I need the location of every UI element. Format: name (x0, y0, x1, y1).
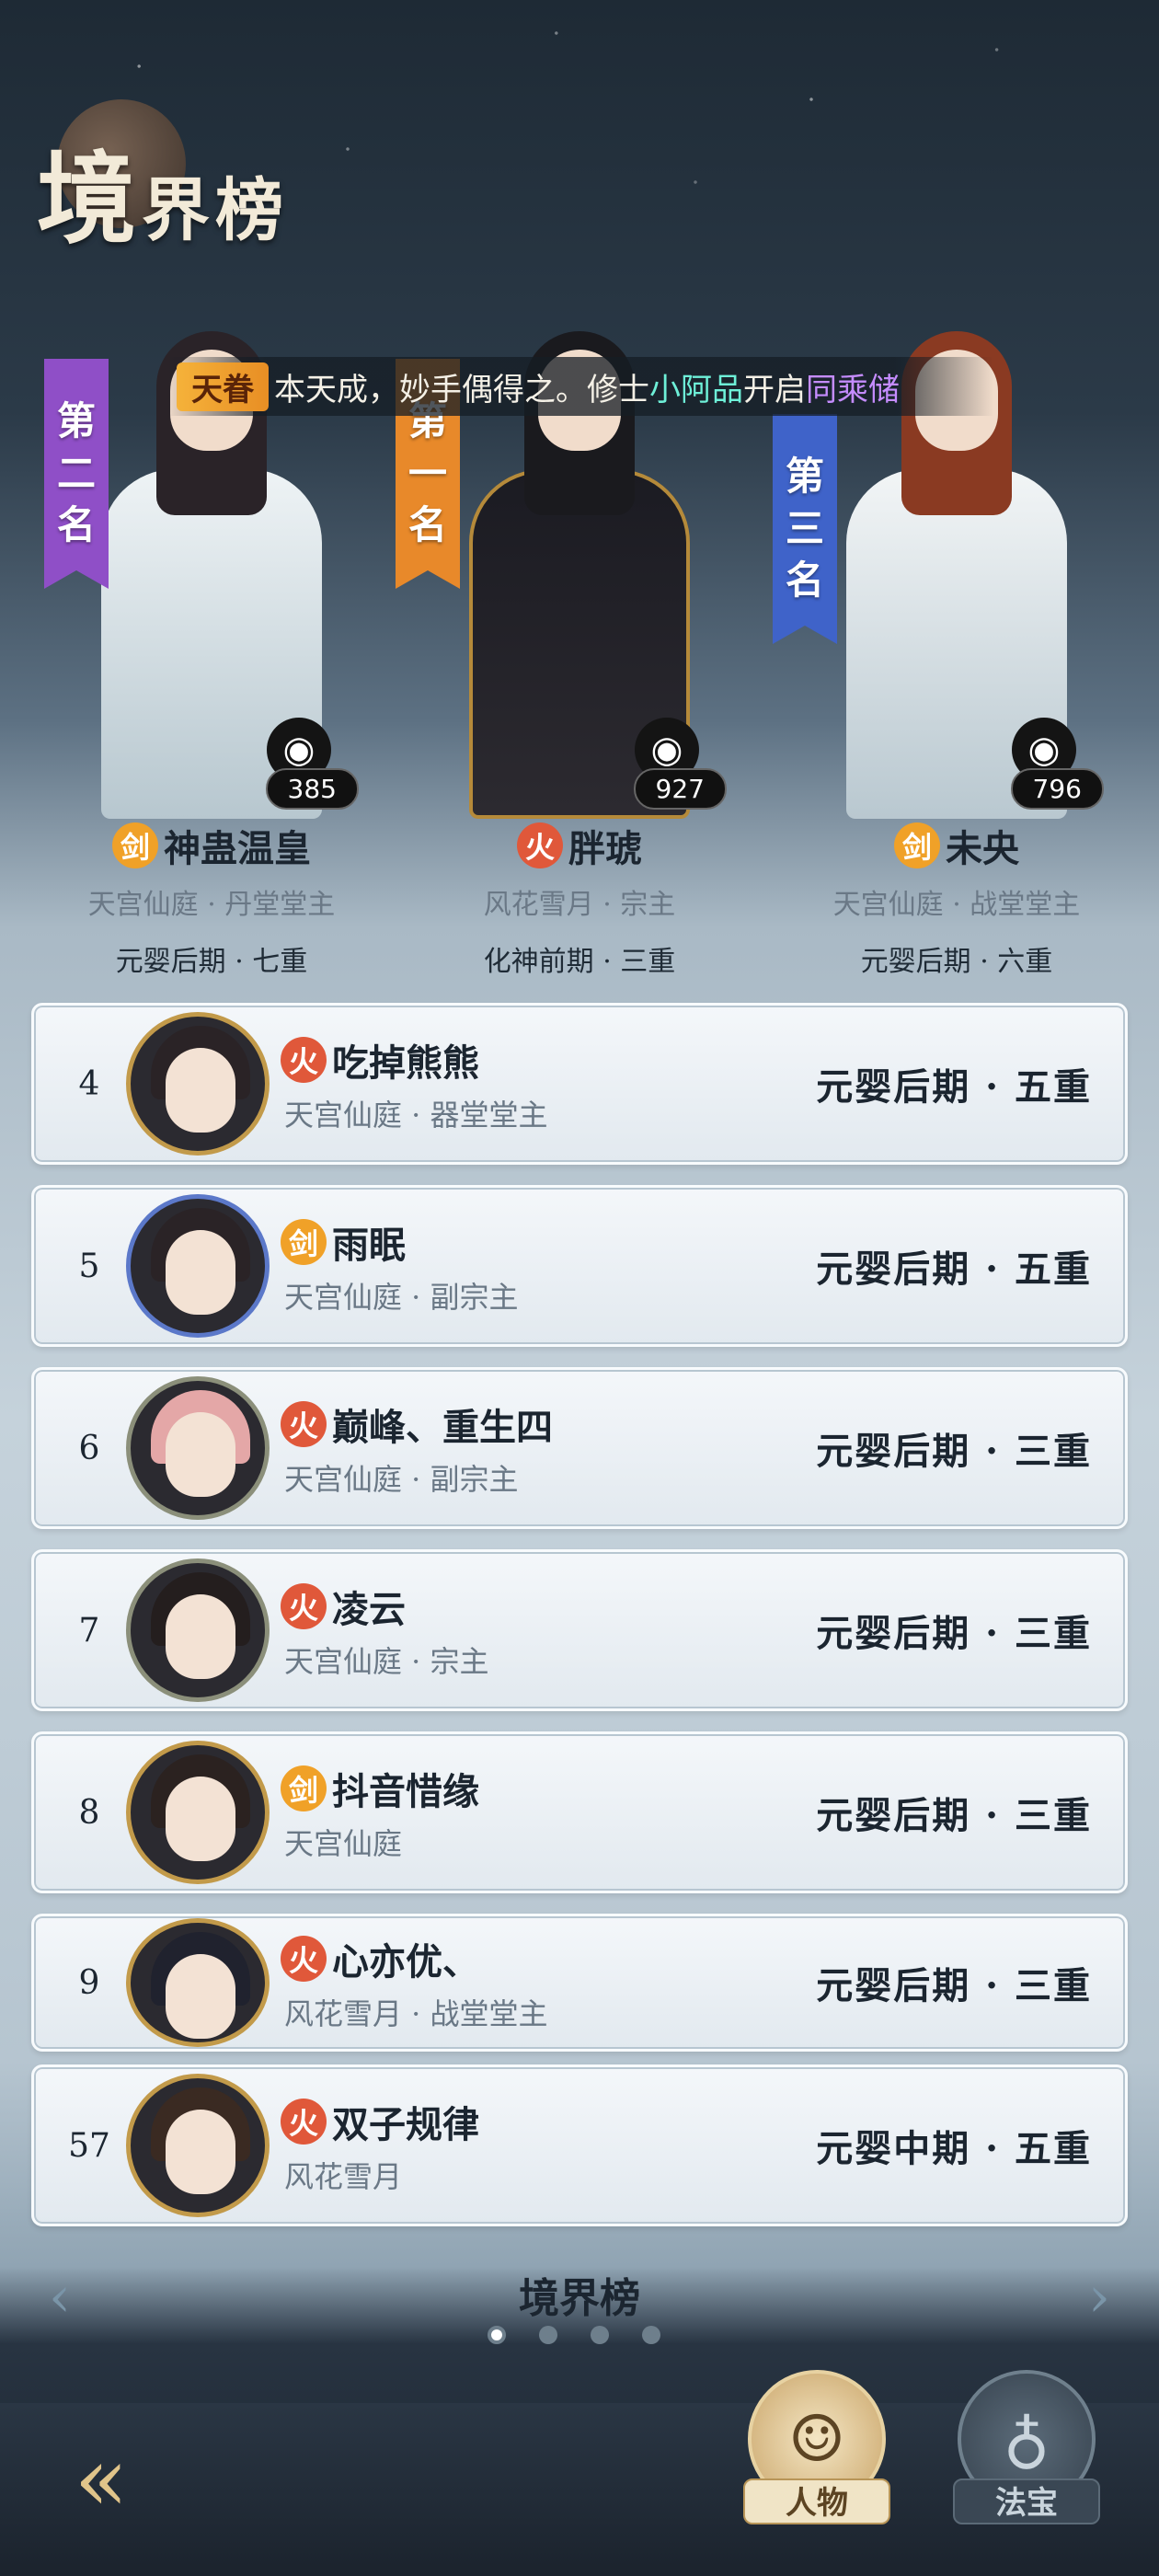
fire-element-icon: 火 (281, 1583, 327, 1629)
sword-element-icon: 剑 (894, 822, 940, 868)
ranking-row[interactable]: 4 火吃掉熊熊 天宫仙庭 · 器堂堂主 元婴后期 · 五重 (31, 1003, 1128, 1165)
ranking-row[interactable]: 9 火心亦优、 风花雪月 · 战堂堂主 元婴后期 · 三重 (31, 1914, 1128, 2052)
fire-element-icon: 火 (281, 1037, 327, 1083)
avatar[interactable] (126, 1376, 270, 1520)
tab-people[interactable]: ☺ 人物 (743, 2370, 890, 2554)
page-dot-3[interactable] (591, 2326, 609, 2344)
ranking-row[interactable]: 6 火巅峰、重生四 天宫仙庭 · 副宗主 元婴后期 · 三重 (31, 1367, 1128, 1529)
sword-element-icon: 剑 (281, 1765, 327, 1811)
back-arrow-icon[interactable]: « (46, 2428, 156, 2531)
avatar[interactable] (126, 1918, 270, 2047)
score-badge: 796 (1010, 768, 1104, 810)
fire-element-icon: 火 (281, 1401, 327, 1447)
podium-first-info: 火胖琥 风花雪月 · 宗主 化神前期 · 三重 (386, 819, 773, 979)
ranking-row[interactable]: 7 火凌云 天宫仙庭 · 宗主 元婴后期 · 三重 (31, 1549, 1128, 1711)
announcement-marquee: 天眷 本天成，妙手偶得之。修士 小阿品 开启 同乘储 (166, 357, 993, 416)
sword-element-icon: 剑 (281, 1219, 327, 1265)
sword-element-icon: 剑 (112, 822, 158, 868)
podium-third-info: 剑未央 天宫仙庭 · 战堂堂主 元婴后期 · 六重 (763, 819, 1150, 979)
pager-title: 境界榜 (519, 2275, 640, 2322)
fire-element-icon: 火 (281, 1936, 327, 1982)
avatar[interactable] (126, 1012, 270, 1156)
podium-second[interactable]: 第二名 ◉ 385 (28, 276, 396, 819)
page-dot-4[interactable] (642, 2326, 660, 2344)
score-badge: 385 (265, 768, 359, 810)
page-title: 境界榜 (37, 142, 290, 258)
blessing-tag: 天眷 (177, 362, 269, 411)
avatar[interactable] (126, 2074, 270, 2217)
page-indicator (488, 2326, 660, 2344)
ranking-row[interactable]: 8 剑抖音惜缘 天宫仙庭 元婴后期 · 三重 (31, 1731, 1128, 1893)
podium-third[interactable]: 第三名 ◉ 796 (773, 276, 1141, 819)
ranking-list[interactable]: 4 火吃掉熊熊 天宫仙庭 · 器堂堂主 元婴后期 · 五重 5 剑雨眠 天宫仙庭… (31, 1003, 1128, 2247)
self-ranking-row[interactable]: 57 火双子规律 风花雪月 元婴中期 · 五重 (31, 2064, 1128, 2226)
avatar[interactable] (126, 1741, 270, 1884)
rank-flag: 第二名 (44, 359, 109, 589)
page-dot-2[interactable] (539, 2326, 557, 2344)
score-badge: 927 (633, 768, 727, 810)
avatar[interactable] (126, 1194, 270, 1338)
ranking-row[interactable]: 5 剑雨眠 天宫仙庭 · 副宗主 元婴后期 · 五重 (31, 1185, 1128, 1347)
fire-element-icon: 火 (281, 2099, 327, 2145)
fire-element-icon: 火 (517, 822, 563, 868)
podium-first[interactable]: 第一名 ◉ 927 (396, 276, 763, 819)
tab-treasure[interactable]: ♁ 法宝 (953, 2370, 1100, 2554)
page-dot-1[interactable] (488, 2326, 506, 2344)
next-page-arrow-icon[interactable]: › (1067, 2265, 1131, 2329)
avatar[interactable] (126, 1558, 270, 1702)
podium-second-info: 剑神蛊温皇 天宫仙庭 · 丹堂堂主 元婴后期 · 七重 (18, 819, 405, 979)
rank-flag: 第三名 (773, 414, 837, 644)
